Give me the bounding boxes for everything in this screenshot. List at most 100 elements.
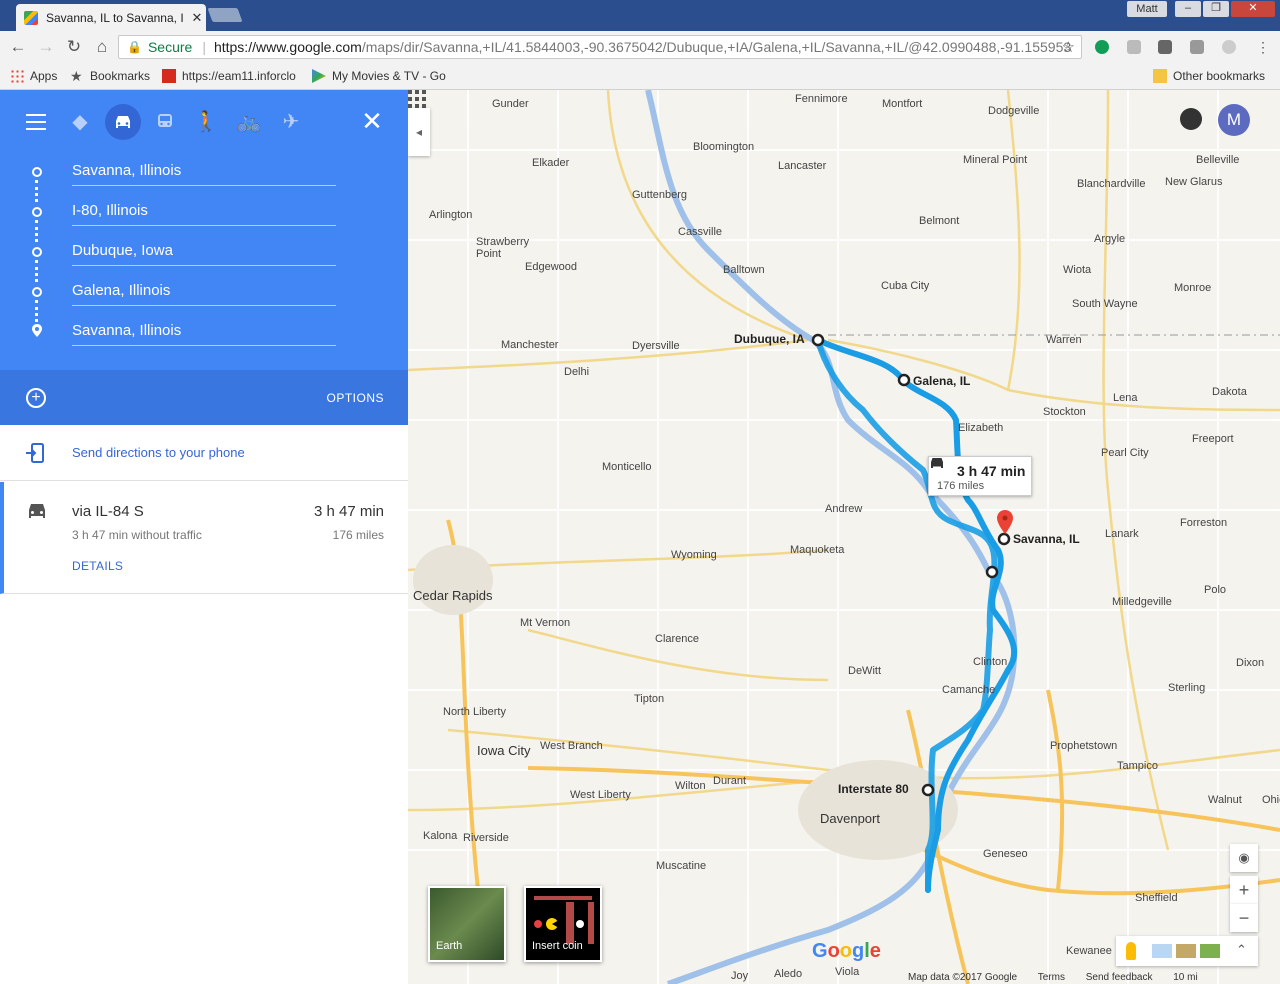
profile-badge[interactable]: Matt [1127, 1, 1167, 17]
map-data-credit: Map data ©2017 Google [908, 972, 1018, 983]
bookmark-bookmarks[interactable]: ★ Bookmarks [70, 69, 150, 83]
map-place-label: Durant [713, 775, 747, 787]
my-location-icon[interactable]: ◉ [1230, 844, 1258, 872]
car-icon [29, 504, 45, 518]
stop-row-2[interactable]: I-80, Illinois [0, 192, 408, 242]
directions-header: ◆ 🚶 🚲 ✈ ✕ Savanna, Illinois I-80, Illino… [0, 90, 408, 370]
map-place-label: Pearl City [1101, 447, 1149, 459]
map-place-label: Cuba City [881, 280, 930, 292]
minimize-button[interactable]: – [1175, 1, 1201, 17]
stop-label-dubuque: Dubuque, IA [734, 332, 805, 346]
stop-input[interactable]: Dubuque, Iowa [72, 242, 336, 266]
options-button[interactable]: OPTIONS [326, 391, 384, 405]
bookmark-movies[interactable]: My Movies & TV - Go [312, 69, 446, 83]
bookmark-star-icon[interactable]: ☆ [1062, 38, 1075, 56]
cycling-mode-icon[interactable]: 🚲 [231, 104, 267, 140]
layer-thumbnail[interactable] [1200, 944, 1220, 958]
stop-input[interactable]: I-80, Illinois [72, 202, 336, 226]
map-place-label: Cedar Rapids [413, 588, 493, 603]
details-link[interactable]: DETAILS [72, 559, 123, 573]
new-tab-button[interactable] [207, 8, 243, 22]
stop-input[interactable]: Savanna, Illinois [72, 162, 336, 186]
map-place-label: Milledgeville [1112, 596, 1172, 608]
walking-mode-icon[interactable]: 🚶 [188, 104, 224, 140]
map-place-label: Gunder [492, 98, 529, 110]
stop-row-3[interactable]: Dubuque, Iowa [0, 232, 408, 282]
waypoint-circle-icon [32, 167, 42, 177]
driving-mode-icon[interactable] [105, 104, 141, 140]
menu-icon[interactable] [26, 114, 46, 130]
browser-tab[interactable]: Savanna, IL to Savanna, I ✕ [16, 4, 206, 31]
extension-gray-icon[interactable] [1127, 40, 1141, 54]
transit-mode-icon[interactable] [147, 104, 183, 140]
home-icon[interactable]: ⌂ [91, 36, 113, 58]
map-canvas[interactable]: Gunder Fennimore Montfort Dodgeville Elk… [408, 90, 1280, 984]
folder-icon [1153, 69, 1167, 83]
layers-bar[interactable]: ⌃ [1116, 936, 1258, 966]
route-info-box[interactable]: 3 h 47 min 176 miles [928, 456, 1032, 496]
map-place-label: Camanche [942, 684, 996, 696]
window-close-button[interactable]: ✕ [1231, 1, 1275, 17]
zoom-in-button[interactable]: + [1230, 876, 1258, 904]
zoom-out-button[interactable]: − [1230, 904, 1258, 932]
map-place-label: Elizabeth [958, 422, 1004, 434]
close-directions-icon[interactable]: ✕ [360, 106, 384, 137]
url-host: https://www.google.com [213, 39, 362, 55]
send-feedback-link[interactable]: Send feedback [1086, 972, 1153, 983]
add-destination-icon[interactable]: + [26, 388, 46, 408]
layer-thumbnail[interactable] [1176, 944, 1196, 958]
map-place-label: Fennimore [795, 93, 848, 105]
map-place-label: Elkader [532, 157, 570, 169]
google-apps-icon[interactable] [408, 90, 426, 108]
map-place-label: Clinton [973, 656, 1008, 668]
destination-pin-icon [32, 324, 42, 337]
maximize-button[interactable]: ❐ [1203, 1, 1229, 17]
stop-input[interactable]: Savanna, Illinois [72, 322, 336, 346]
bookmark-infor[interactable]: https://eam11.inforclo [162, 69, 296, 83]
map-place-label: Prophetstown [1050, 740, 1118, 752]
stop-row-4[interactable]: Galena, Illinois [0, 272, 408, 322]
reload-icon[interactable]: ↻ [63, 36, 85, 58]
flight-mode-icon[interactable]: ✈ [273, 104, 309, 140]
insert-coin-label: Insert coin [532, 940, 583, 952]
bookmark-apps[interactable]: Apps [10, 69, 57, 83]
forward-icon[interactable]: → [35, 36, 57, 58]
stop-row-1[interactable]: Savanna, Illinois [0, 152, 408, 202]
map-place-label: Cassville [678, 226, 723, 238]
extension-dark-icon[interactable] [1158, 40, 1172, 54]
chrome-menu-icon[interactable]: ⋮ [1252, 36, 1274, 58]
earth-view-thumbnail[interactable]: Earth [428, 886, 506, 962]
notifications-bell-icon[interactable] [1180, 108, 1202, 130]
send-directions-link[interactable]: Send directions to your phone [72, 445, 245, 460]
terms-link[interactable]: Terms [1038, 972, 1065, 983]
layer-thumbnail[interactable] [1152, 944, 1172, 958]
collapse-panel-button[interactable]: ◂ [408, 108, 430, 156]
options-row: + OPTIONS [0, 370, 408, 425]
map-place-label: Riverside [463, 832, 509, 844]
map-place-label: Wiota [1063, 264, 1092, 276]
extension-circle-icon[interactable] [1222, 40, 1236, 54]
other-bookmarks[interactable]: Other bookmarks [1153, 69, 1265, 83]
pegman-icon[interactable] [1126, 942, 1136, 960]
map-place-label: Mineral Point [963, 154, 1028, 166]
route-time: 3 h 47 min [313, 503, 384, 520]
map-place-label: Polo [1204, 584, 1227, 596]
avatar[interactable]: M [1218, 104, 1250, 136]
scale-label: 10 mi [1173, 972, 1198, 983]
send-to-phone-row[interactable]: Send directions to your phone [0, 425, 408, 481]
map-place-label: Wilton [675, 780, 706, 792]
back-icon[interactable]: ← [7, 36, 29, 58]
stop-input[interactable]: Galena, Illinois [72, 282, 336, 306]
stop-row-5[interactable]: Savanna, Illinois [0, 312, 408, 352]
tab-close-icon[interactable]: ✕ [188, 10, 206, 26]
expand-chevron-icon[interactable]: ⌃ [1236, 942, 1247, 958]
map-place-label: Belleville [1196, 154, 1240, 166]
google-logo: Google [812, 940, 881, 962]
route-option-card[interactable]: via IL-84 S 3 h 47 min 3 h 47 min withou… [0, 482, 408, 594]
extension-green-icon[interactable] [1095, 40, 1109, 54]
pacman-thumbnail[interactable]: Insert coin [524, 886, 602, 962]
best-route-icon[interactable]: ◆ [62, 104, 98, 140]
address-bar[interactable]: 🔒 Secure | https://www.google.com /maps/… [118, 35, 1082, 59]
directions-panel: ◆ 🚶 🚲 ✈ ✕ Savanna, Illinois I-80, Illino… [0, 90, 408, 984]
extension-cast-icon[interactable] [1190, 40, 1204, 54]
